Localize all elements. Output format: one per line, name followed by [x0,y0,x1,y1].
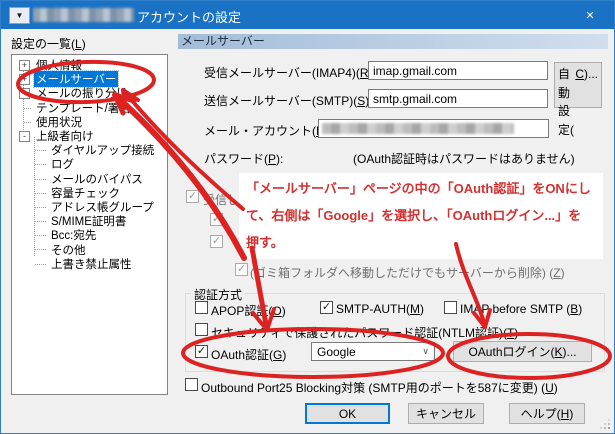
sidebar-item-label: 上書き禁止属性 [51,258,132,271]
auto-config-button[interactable]: 自動設定(C)... [554,62,602,137]
window-title: アカウントの設定 [137,10,242,25]
password-label: パスワード(P): [204,152,284,166]
outbound-port25-checkbox[interactable] [185,378,198,391]
sidebar-item-capacity-check[interactable]: 容量チェック [13,186,166,200]
sidebar-item-personal-info[interactable]: + 個人情報 [13,58,166,72]
imap-before-smtp-label: IMAP before SMTP (B) [460,302,583,316]
annotation-note: 「メールサーバー」ページの中の「OAuth認証」をONにし て、右側は「Goog… [239,173,603,259]
annotation-line: 押す。 [246,235,284,250]
trash-delete-checkbox[interactable]: ✓ [235,263,248,276]
settings-tree: + 個人情報 + メールサーバー + メールの振り分け テンプレート/署名 使用状況 - 上級者向… [11,54,168,395]
apop-label: APOP認証(O) [211,304,286,318]
sidebar-item-advanced[interactable]: - 上級者向け [13,129,166,143]
outbound-port25-label: Outbound Port25 Blocking対策 (SMTP用のポートを58… [201,381,558,395]
recv-server-label: 受信メールサーバー(IMAP4)(R): [204,66,376,80]
send-server-label: 送信メールサーバー(SMTP)(S): [204,94,373,108]
sidebar-item-dialup[interactable]: ダイヤルアップ接続 [13,143,166,157]
sidebar-item-other[interactable]: その他 [13,242,166,257]
settings-list-label: 設定の一覧(L) [11,37,86,51]
chevron-down-icon: ∨ [422,346,429,356]
apop-checkbox[interactable] [195,301,208,314]
expand-plus-icon[interactable]: + [19,59,30,71]
sidebar-item-bcc-dest[interactable]: Bcc:宛先 [13,228,166,242]
oauth-checkbox[interactable]: ✓ [195,345,208,358]
smtp-auth-checkbox[interactable]: ✓ [320,301,333,314]
trash-delete-label: (ゴミ箱フォルダへ移動しただけでもサーバーから削除) (Z) [250,266,565,280]
sidebar-item-log[interactable]: ログ [13,157,166,171]
sidebar-item-mail-server[interactable]: + メールサーバー [13,70,166,89]
oauth-login-button[interactable]: OAuthログイン(K)... [453,341,592,362]
oauth-provider-value: Google [317,345,356,359]
dropdown-triangle-icon: ▼ [15,11,24,20]
close-button[interactable]: × [568,1,612,29]
titlebar: ▼ アカウントの設定 × [1,1,614,29]
sidebar-item-template-signature[interactable]: テンプレート/署名 [13,101,166,115]
collapse-minus-icon[interactable]: - [19,130,30,142]
sidebar-item-overwrite-protect[interactable]: 上書き禁止属性 [13,257,166,271]
expand-plus-icon[interactable]: + [19,87,30,99]
mail-account-label: メール・アカウント(N): [204,124,332,138]
account-settings-dialog: ▼ アカウントの設定 × 設定の一覧(L) + 個人情報 + メールサーバー + メールの… [0,0,615,434]
redacted-account-value [322,123,514,134]
sidebar-item-mail-bypass[interactable]: メールのバイパス [13,172,166,186]
password-note: (OAuth認証時はパスワードはありません) [353,152,575,166]
ntlm-checkbox[interactable] [195,323,208,336]
resize-grip-icon[interactable] [608,427,610,429]
system-menu-button[interactable]: ▼ [9,7,30,24]
close-icon: × [585,6,595,24]
send-server-input[interactable]: smtp.gmail.com [368,89,548,108]
ok-button[interactable]: OK [305,403,390,424]
redacted-account-name [33,8,134,22]
server-sub-option2-checkbox[interactable]: ✓ [210,235,223,248]
page-title: メールサーバー [178,34,608,49]
sidebar-item-mail-filtering[interactable]: + メールの振り分け [13,86,166,100]
help-button[interactable]: ヘルプ(H) [509,403,585,424]
smtp-auth-label: SMTP-AUTH(M) [336,302,424,316]
recv-server-input[interactable]: imap.gmail.com [368,61,548,80]
annotation-line: 「メールサーバー」ページの中の「OAuth認証」をONにし [246,181,591,196]
mail-account-input[interactable] [318,119,549,138]
expand-plus-icon[interactable]: + [19,73,30,85]
imap-before-smtp-checkbox[interactable] [444,301,457,314]
sidebar-item-addressbook-group[interactable]: アドレス帳グループ [13,200,166,214]
sidebar-item-smime-cert[interactable]: S/MIME証明書 [13,214,166,228]
cancel-button[interactable]: キャンセル [408,403,484,424]
sidebar-item-usage[interactable]: 使用状況 [13,115,166,129]
oauth-provider-select[interactable]: Google ∨ [311,342,435,361]
tree-items: + 個人情報 + メールサーバー + メールの振り分け テンプレート/署名 使用状況 - 上級者向… [13,58,166,271]
leave-on-server-checkbox[interactable]: ✓ [186,190,199,203]
server-sub-option1-checkbox[interactable]: ✓ [210,213,223,226]
ntlm-label: セキュリティで保護されたパスワード認証(NTLM認証)(T) [211,326,519,340]
annotation-line: て、右側は「Google」を選択し、「OAuthログイン...」を [246,208,582,223]
oauth-label: OAuth認証(G) [211,348,287,362]
